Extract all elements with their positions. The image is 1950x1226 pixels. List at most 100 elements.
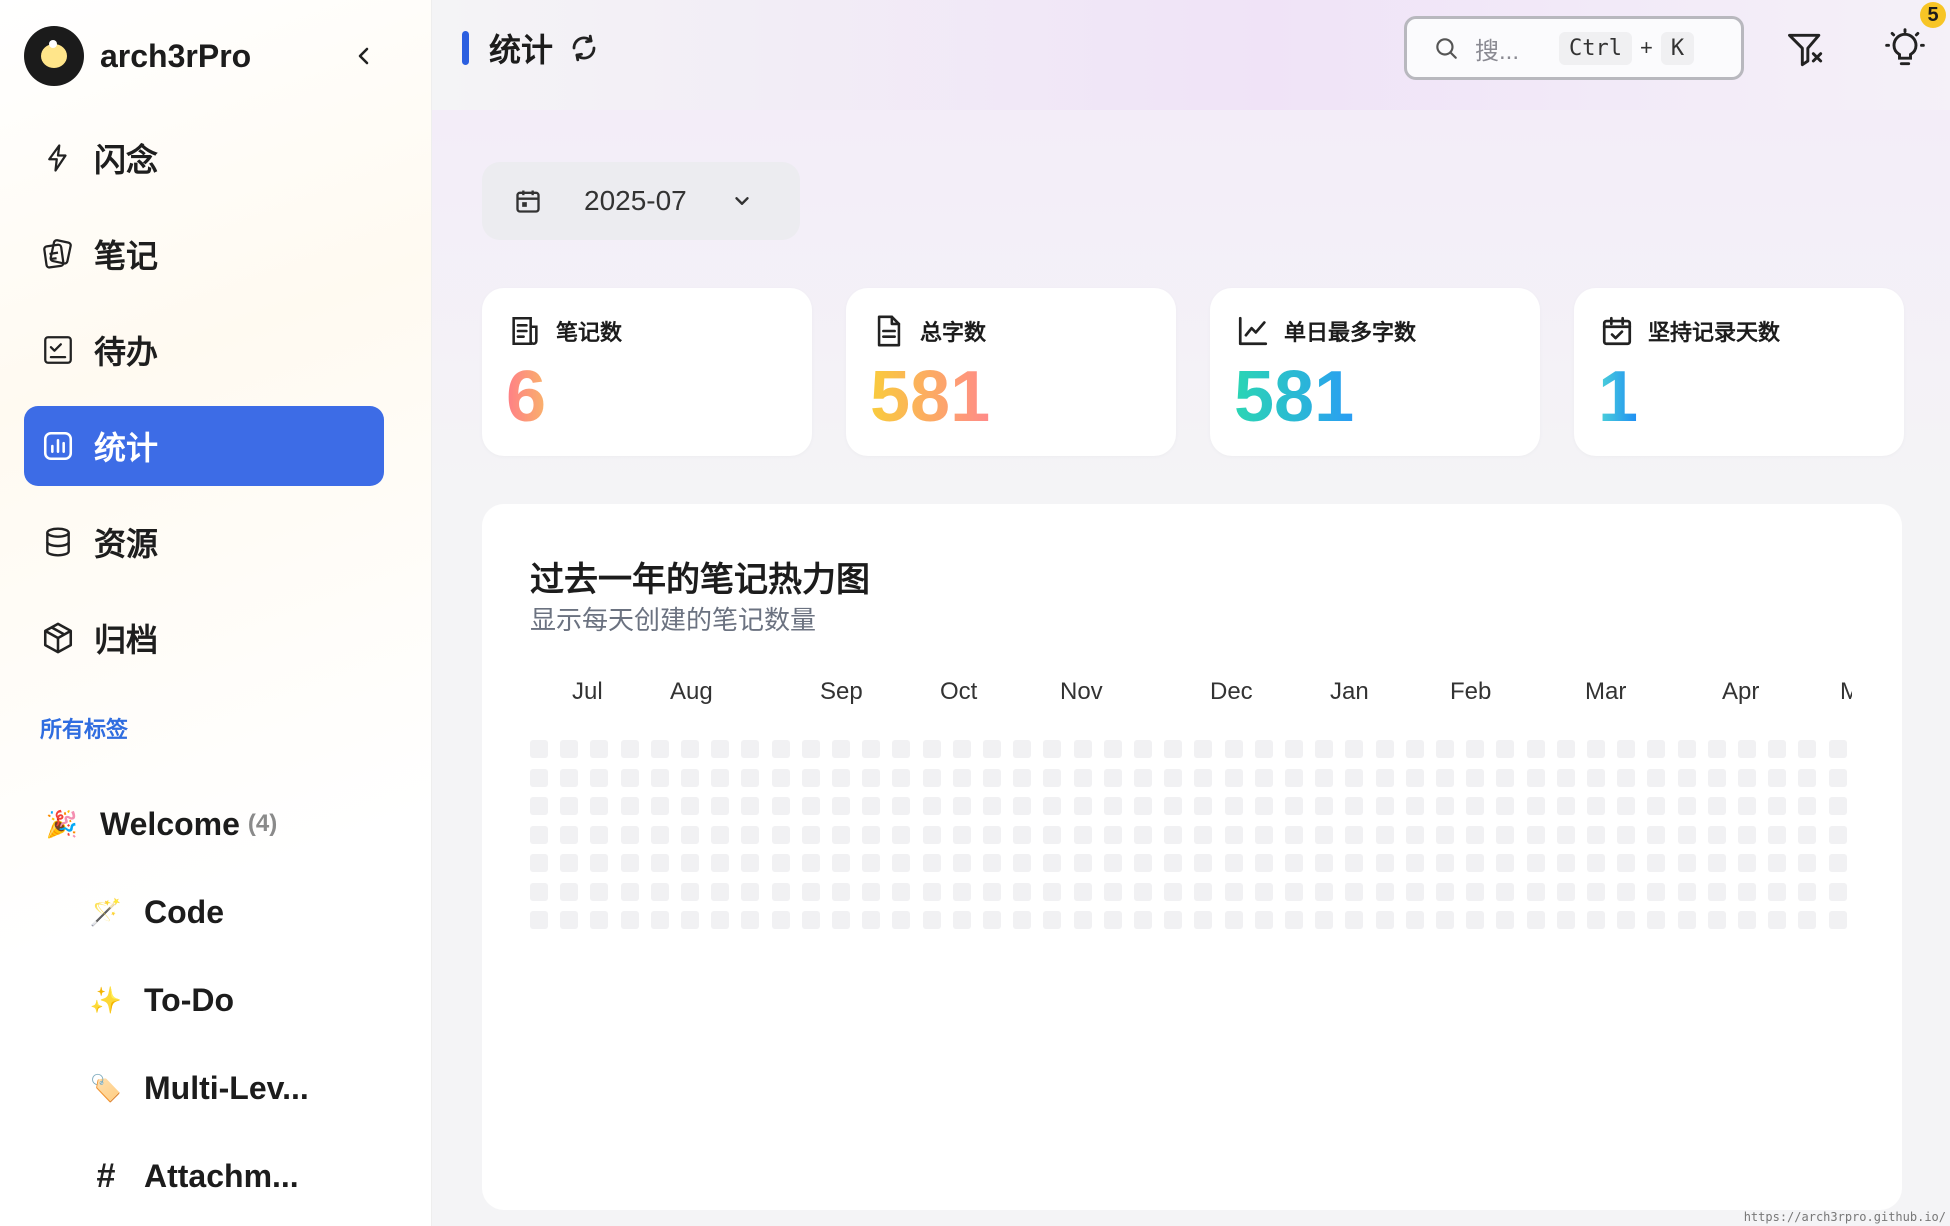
heatmap-cell[interactable] bbox=[1224, 797, 1243, 815]
heatmap-cell[interactable] bbox=[1013, 882, 1032, 901]
heatmap-cell[interactable] bbox=[1738, 797, 1756, 815]
heatmap-cell[interactable] bbox=[1224, 825, 1243, 844]
nav-item-resources[interactable]: 资源 bbox=[24, 502, 384, 582]
heatmap-cell[interactable] bbox=[832, 911, 850, 929]
heatmap-cell[interactable] bbox=[892, 740, 911, 758]
heatmap-cell[interactable] bbox=[1556, 911, 1575, 929]
heatmap-cell[interactable] bbox=[650, 740, 669, 758]
heatmap-cell[interactable] bbox=[1828, 882, 1847, 901]
heatmap-cell[interactable] bbox=[620, 740, 639, 758]
heatmap-cell[interactable] bbox=[1254, 768, 1273, 787]
heatmap-cell[interactable] bbox=[832, 854, 850, 872]
heatmap-cell[interactable] bbox=[1405, 740, 1424, 758]
heatmap-cell[interactable] bbox=[862, 768, 881, 787]
heatmap-cell[interactable] bbox=[832, 825, 850, 844]
heatmap-cell[interactable] bbox=[1587, 825, 1605, 844]
heatmap-cell[interactable] bbox=[1617, 854, 1636, 872]
heatmap-cell[interactable] bbox=[983, 825, 1001, 844]
heatmap-cell[interactable] bbox=[922, 740, 941, 758]
heatmap-cell[interactable] bbox=[1254, 797, 1273, 815]
heatmap-cell[interactable] bbox=[1013, 825, 1032, 844]
heatmap-cell[interactable] bbox=[1285, 768, 1303, 787]
heatmap-cell[interactable] bbox=[1164, 825, 1183, 844]
heatmap-cell[interactable] bbox=[1436, 797, 1454, 815]
heatmap-cell[interactable] bbox=[983, 797, 1001, 815]
heatmap-cell[interactable] bbox=[1677, 740, 1696, 758]
heatmap-cell[interactable] bbox=[771, 882, 790, 901]
heatmap-cell[interactable] bbox=[1496, 882, 1515, 901]
heatmap-cell[interactable] bbox=[1285, 911, 1303, 929]
heatmap-cell[interactable] bbox=[1798, 797, 1817, 815]
heatmap-cell[interactable] bbox=[1617, 882, 1636, 901]
heatmap-cell[interactable] bbox=[590, 911, 609, 929]
heatmap-cell[interactable] bbox=[681, 854, 699, 872]
heatmap-cell[interactable] bbox=[1768, 740, 1787, 758]
heatmap-cell[interactable] bbox=[1194, 740, 1213, 758]
heatmap-cell[interactable] bbox=[862, 740, 881, 758]
heatmap-cell[interactable] bbox=[1677, 882, 1696, 901]
heatmap-cell[interactable] bbox=[620, 825, 639, 844]
heatmap-cell[interactable] bbox=[1345, 825, 1364, 844]
heatmap-cell[interactable] bbox=[983, 740, 1001, 758]
heatmap-cell[interactable] bbox=[711, 882, 730, 901]
heatmap-cell[interactable] bbox=[650, 797, 669, 815]
heatmap-cell[interactable] bbox=[983, 882, 1001, 901]
heatmap-cell[interactable] bbox=[1164, 740, 1183, 758]
heatmap-cell[interactable] bbox=[1798, 740, 1817, 758]
heatmap-cell[interactable] bbox=[1043, 825, 1062, 844]
heatmap-cell[interactable] bbox=[1073, 825, 1092, 844]
heatmap-cell[interactable] bbox=[1043, 740, 1062, 758]
filter-button[interactable] bbox=[1782, 26, 1830, 74]
heatmap-cell[interactable] bbox=[590, 882, 609, 901]
heatmap-cell[interactable] bbox=[892, 882, 911, 901]
heatmap-cell[interactable] bbox=[862, 854, 881, 872]
heatmap-cell[interactable] bbox=[1043, 911, 1062, 929]
heatmap-cell[interactable] bbox=[1224, 882, 1243, 901]
heatmap-cell[interactable] bbox=[1194, 768, 1213, 787]
heatmap-cell[interactable] bbox=[1375, 854, 1394, 872]
heatmap-cell[interactable] bbox=[1194, 854, 1213, 872]
heatmap-cell[interactable] bbox=[1496, 740, 1515, 758]
heatmap-cell[interactable] bbox=[711, 740, 730, 758]
heatmap-cell[interactable] bbox=[711, 854, 730, 872]
heatmap-cell[interactable] bbox=[741, 825, 760, 844]
heatmap-cell[interactable] bbox=[983, 854, 1001, 872]
heatmap-cell[interactable] bbox=[620, 768, 639, 787]
heatmap-cell[interactable] bbox=[1375, 882, 1394, 901]
nav-item-stats[interactable]: 统计 bbox=[24, 406, 384, 486]
heatmap-cell[interactable] bbox=[1436, 768, 1454, 787]
heatmap-cell[interactable] bbox=[1315, 882, 1334, 901]
heatmap-cell[interactable] bbox=[771, 740, 790, 758]
heatmap-cell[interactable] bbox=[530, 797, 548, 815]
heatmap-cell[interactable] bbox=[1315, 911, 1334, 929]
heatmap-cell[interactable] bbox=[1103, 825, 1122, 844]
tag-multi-level[interactable]: 🏷️ Multi-Lev... bbox=[40, 1044, 400, 1132]
heatmap-cell[interactable] bbox=[620, 911, 639, 929]
heatmap-cell[interactable] bbox=[1285, 797, 1303, 815]
heatmap-cell[interactable] bbox=[1134, 797, 1152, 815]
heatmap-cell[interactable] bbox=[1738, 911, 1756, 929]
heatmap-cell[interactable] bbox=[983, 768, 1001, 787]
heatmap-cell[interactable] bbox=[1526, 882, 1545, 901]
heatmap-cell[interactable] bbox=[1375, 911, 1394, 929]
heatmap-cell[interactable] bbox=[1345, 882, 1364, 901]
heatmap-cell[interactable] bbox=[1073, 911, 1092, 929]
heatmap-cell[interactable] bbox=[1345, 797, 1364, 815]
heatmap-cell[interactable] bbox=[1043, 882, 1062, 901]
heatmap-cell[interactable] bbox=[1073, 882, 1092, 901]
heatmap-cell[interactable] bbox=[1164, 768, 1183, 787]
heatmap-cell[interactable] bbox=[1647, 854, 1666, 872]
heatmap-cell[interactable] bbox=[832, 882, 850, 901]
heatmap-cell[interactable] bbox=[1405, 854, 1424, 872]
heatmap-cell[interactable] bbox=[1647, 768, 1666, 787]
heatmap-cell[interactable] bbox=[1043, 797, 1062, 815]
heatmap-cell[interactable] bbox=[1134, 740, 1152, 758]
heatmap-cell[interactable] bbox=[1254, 882, 1273, 901]
heatmap-cell[interactable] bbox=[1405, 797, 1424, 815]
heatmap-cell[interactable] bbox=[1738, 768, 1756, 787]
heatmap-cell[interactable] bbox=[1556, 825, 1575, 844]
heatmap-cell[interactable] bbox=[832, 768, 850, 787]
heatmap-cell[interactable] bbox=[1285, 740, 1303, 758]
heatmap-cell[interactable] bbox=[1587, 768, 1605, 787]
heatmap-cell[interactable] bbox=[1405, 825, 1424, 844]
